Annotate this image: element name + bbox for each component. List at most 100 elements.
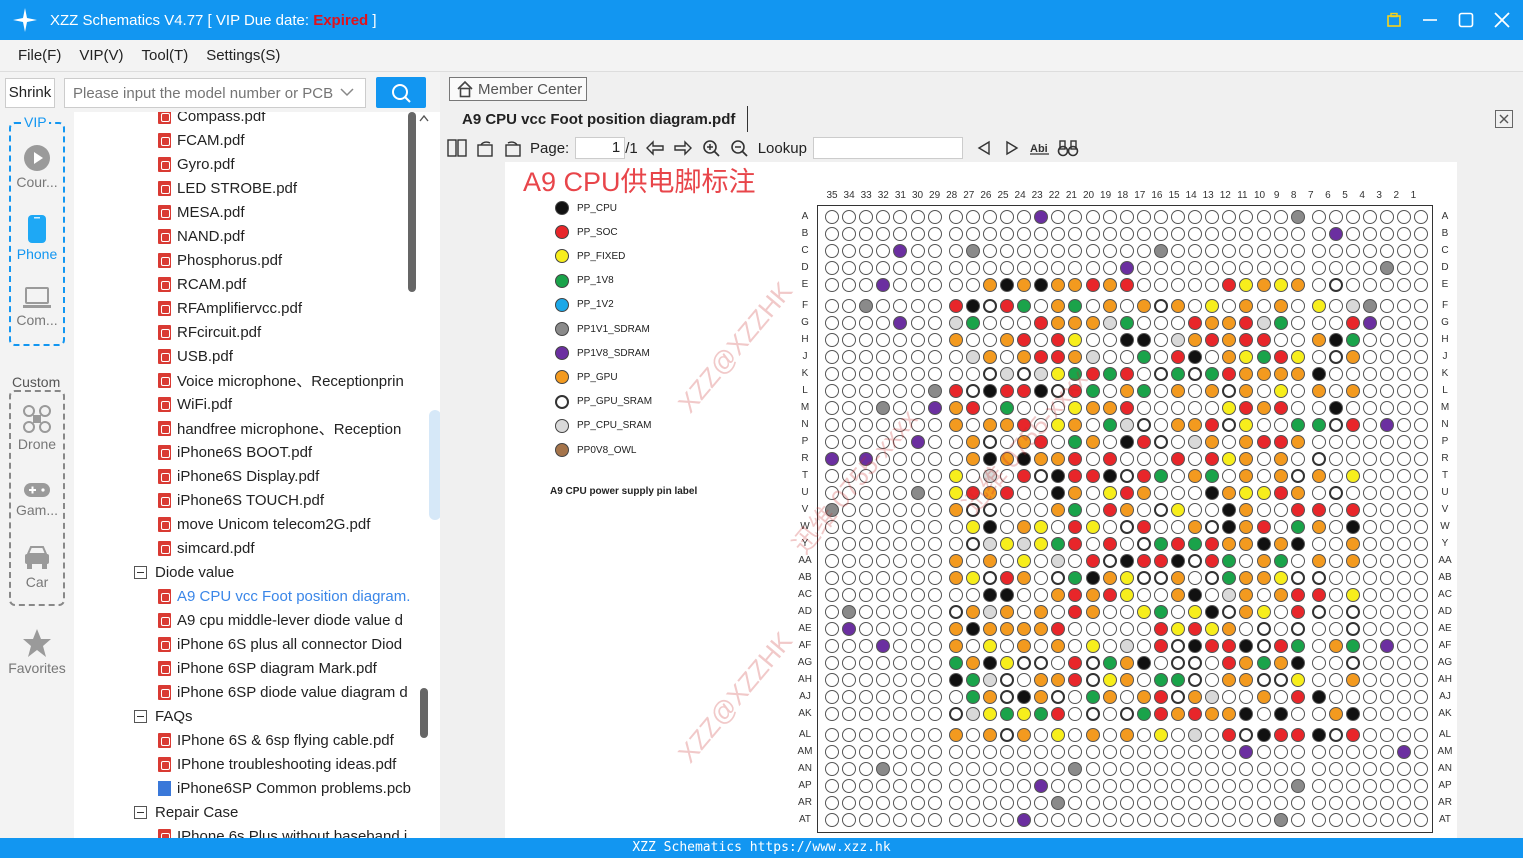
column-label: 22 [1048,190,1060,201]
cpu-pin [1085,299,1100,313]
tree-file[interactable]: NAND.pdf [158,224,245,248]
cpu-pin [1328,622,1343,636]
rotate-right-icon[interactable] [502,137,524,159]
cpu-pin [1000,571,1014,585]
shrink-button[interactable]: Shrink [5,78,55,108]
rail-item-phone[interactable]: Phone [2,214,72,262]
search-prev-icon[interactable] [973,137,995,159]
cpu-pin [927,452,942,466]
tree-scrollbar[interactable] [408,112,416,292]
cpu-pin [1256,656,1271,670]
rail-item-computer[interactable]: Com... [2,286,72,328]
pdf-page[interactable]: A9 CPU供电脚标注 PP_CPU PP_SOC PP_FIXED PP_1V8 PP… [505,162,1457,838]
cpu-pin [1119,605,1134,619]
chevron-down-icon[interactable] [340,84,354,100]
cpu-pin [1119,401,1134,415]
tree-folder[interactable]: FAQs [134,704,193,728]
tree-folder[interactable]: Diode value [134,560,234,584]
tree-file[interactable]: IPhone 6s Plus without baseband i [158,824,407,838]
tree-file[interactable]: IPhone 6S & 6sp flying cable.pdf [158,728,394,752]
document-tab[interactable]: A9 CPU vcc Foot position diagram.pdf [450,106,749,132]
tree-file[interactable]: IPhone troubleshooting ideas.pdf [158,752,396,776]
close-icon[interactable] [1491,9,1513,31]
tree-file[interactable]: iPhone6SP Common problems.pcb [158,776,411,800]
tree-file[interactable]: iPhone6S TOUCH.pdf [158,488,324,512]
tree-file[interactable]: LED STROBE.pdf [158,176,297,200]
tree-file[interactable]: RFAmplifiervcc.pdf [158,296,302,320]
tree-file[interactable]: Compass.pdf [158,112,265,128]
search-input[interactable] [64,78,366,108]
member-center-button[interactable]: Member Center [449,77,587,101]
rail-item-game[interactable]: Gam... [2,480,72,518]
rail-item-car[interactable]: Car [2,544,72,590]
minimize-icon[interactable] [1419,9,1441,31]
cpu-pin [1119,486,1134,500]
tree-scrollbar-secondary[interactable] [420,688,428,738]
collapse-icon[interactable] [134,709,147,723]
tree-file[interactable]: simcard.pdf [158,536,255,560]
menu-file[interactable]: File(F) [18,47,61,64]
tree-file[interactable]: iPhone 6SP diagram Mark.pdf [158,656,377,680]
cpu-pin [1085,401,1100,415]
search-button[interactable] [376,77,426,108]
tree-file[interactable]: move Unicom telecom2G.pdf [158,512,370,536]
cpu-pin [1102,779,1117,793]
tree-file[interactable]: RFcircuit.pdf [158,320,261,344]
cpu-pin [910,227,925,241]
next-page-icon[interactable] [672,137,694,159]
prev-page-icon[interactable] [644,137,666,159]
tree-file[interactable]: Voice microphone、Receptionprin [158,368,404,392]
collapse-icon[interactable] [134,565,147,579]
rail-item-course[interactable]: Cour... [2,144,72,190]
cpu-pin [948,762,963,776]
rail-item-drone[interactable]: Drone [2,404,72,452]
cpu-pin [1136,537,1151,551]
cpu-pin [1171,486,1185,500]
collapse-icon[interactable] [134,805,147,819]
tree-file[interactable]: RCAM.pdf [158,272,246,296]
tree-file[interactable]: iPhone6S BOOT.pdf [158,440,312,464]
tree-file[interactable]: iPhone6S Display.pdf [158,464,319,488]
lookup-input[interactable] [812,137,963,159]
cpu-pin [1256,486,1271,500]
rotate-left-icon[interactable] [474,137,496,159]
zoom-out-icon[interactable] [728,137,750,159]
tree-file[interactable]: MESA.pdf [158,200,245,224]
match-case-icon[interactable]: Abi [1029,137,1051,159]
page-input[interactable]: 1 [575,137,626,159]
tree-file[interactable]: Gyro.pdf [158,152,235,176]
cpu-pin [1136,745,1151,759]
bag-icon[interactable] [1383,9,1405,31]
menu-tool[interactable]: Tool(T) [142,47,189,64]
binoculars-icon[interactable] [1057,137,1079,159]
tree-file[interactable]: iPhone 6S plus all connector Diod [158,632,402,656]
tree-folder[interactable]: Repair Case [134,800,238,824]
cpu-pin [1290,813,1305,827]
cpu-pin [1188,762,1203,776]
menu-settings[interactable]: Settings(S) [206,47,280,64]
tree-file[interactable]: USB.pdf [158,344,233,368]
maximize-icon[interactable] [1455,9,1477,31]
tree-file[interactable]: A9 CPU vcc Foot position diagram. [158,584,410,608]
cpu-pin [948,418,963,432]
search-next-icon[interactable] [1001,137,1023,159]
scroll-up-icon[interactable] [419,114,429,125]
cpu-pin [1153,588,1168,602]
row-label: R [801,453,809,464]
close-document-icon[interactable] [1495,110,1513,128]
cpu-pin [1085,452,1100,466]
tree-file[interactable]: WiFi.pdf [158,392,232,416]
tree-file[interactable]: FCAM.pdf [158,128,245,152]
cpu-pin [927,571,942,585]
cpu-pin [1346,503,1360,517]
cpu-pin [1000,244,1014,258]
two-page-icon[interactable] [446,137,468,159]
tree-file[interactable]: handfree microphone、Reception [158,416,401,440]
tree-file[interactable]: iPhone 6SP diode value diagram d [158,680,408,704]
zoom-in-icon[interactable] [700,137,722,159]
tree-file[interactable]: A9 cpu middle-lever diode value d [158,608,403,632]
menu-vip[interactable]: VIP(V) [79,47,123,64]
tree-file[interactable]: Phosphorus.pdf [158,248,282,272]
cpu-pin [1290,210,1305,224]
rail-item-favorites[interactable]: Favorites [2,628,72,676]
